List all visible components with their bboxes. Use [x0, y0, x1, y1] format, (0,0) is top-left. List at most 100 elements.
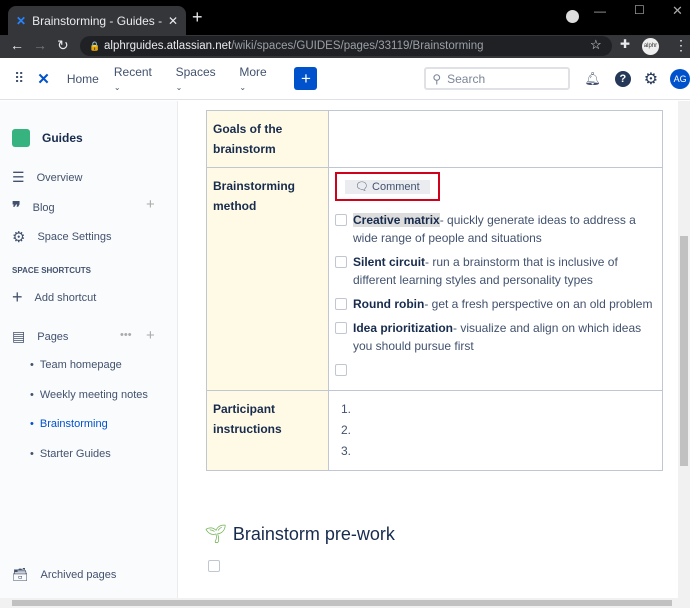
more-actions-icon[interactable]: ••• [120, 329, 132, 341]
table-cell[interactable]: 🗨︎ Comment Creative matrix- quickly gene… [328, 167, 663, 391]
overview-lines-icon: ☰ [12, 169, 25, 185]
row-header: Participant instructions [206, 390, 329, 471]
task-item-empty [335, 361, 656, 376]
task-checkbox[interactable] [335, 298, 347, 310]
table-cell[interactable] [328, 110, 663, 168]
create-button[interactable]: + [294, 67, 318, 90]
notifications-icon[interactable]: 🔔︎ [584, 71, 601, 87]
browser-tab-bar: ✕ Brainstorming - Guides - Conflue ✕ + —… [0, 0, 690, 35]
confluence-logo-icon[interactable]: ✕ [37, 70, 50, 88]
page-tree-item[interactable]: Weekly meeting notes [30, 389, 148, 401]
address-bar-row: ← → ↻ 🔒 alphrguides.atlassian.net/wiki/sp… [0, 35, 690, 58]
task-checkbox[interactable] [335, 364, 347, 376]
task-checkbox[interactable] [335, 214, 347, 226]
list-number: 3. [341, 444, 352, 458]
nav-spaces[interactable]: Spaces ⌄ [176, 65, 226, 93]
comment-highlight-box: 🗨︎ Comment [335, 172, 440, 201]
comment-icon: 🗨︎ [355, 181, 369, 193]
task-checkbox[interactable] [208, 560, 220, 572]
tab-title: Brainstorming - Guides - Conflue [32, 13, 162, 28]
sidebar-item-blog[interactable]: ❞ Blog [12, 198, 55, 218]
scrollbar-thumb[interactable] [12, 600, 672, 606]
row-header: Brainstorming method [206, 167, 329, 391]
add-shortcut-button[interactable]: + Add shortcut [12, 287, 96, 308]
add-page-icon[interactable]: + [146, 327, 155, 344]
minimize-button[interactable]: — [594, 4, 606, 18]
search-input[interactable]: ⚲ Search [424, 67, 571, 90]
table-row: Brainstorming method 🗨︎ Comment Creative… [206, 167, 663, 391]
help-icon[interactable]: ? [614, 70, 631, 87]
sidebar-label: Pages [37, 330, 69, 343]
list-number: 2. [341, 423, 352, 437]
search-icon: ⚲ [432, 71, 442, 86]
menu-icon[interactable]: ⋮ [674, 37, 688, 54]
scrollbar-thumb[interactable] [680, 236, 688, 466]
space-name: Guides [42, 131, 83, 145]
task-checkbox[interactable] [335, 256, 347, 268]
url-host: alphrguides.atlassian.net [104, 40, 232, 52]
lock-icon: 🔒 [89, 40, 101, 51]
forward-icon[interactable]: → [33, 37, 47, 53]
bookmark-star-icon[interactable]: ☆ [590, 37, 602, 53]
reload-icon[interactable]: ↻ [57, 37, 69, 54]
nav-more[interactable]: More ⌄ [239, 65, 276, 93]
add-blog-icon[interactable]: + [146, 196, 155, 213]
sidebar-item-overview[interactable]: ☰ Overview [12, 169, 82, 186]
back-icon[interactable]: ← [10, 37, 24, 53]
close-tab-icon[interactable]: ✕ [168, 14, 178, 28]
task-title: Idea prioritization [353, 321, 454, 335]
pages-icon: ▤ [12, 328, 26, 344]
page-tree-item[interactable]: Starter Guides [30, 448, 111, 460]
extensions-icon[interactable]: ✚ [620, 37, 630, 51]
search-placeholder: Search [447, 71, 486, 86]
sidebar: Guides ☰ Overview ❞ Blog + ⚙ Space Settings… [0, 101, 178, 598]
browser-tab[interactable]: ✕ Brainstorming - Guides - Conflue ✕ [8, 6, 186, 35]
comment-label: Comment [372, 181, 420, 193]
blog-quote-icon: ❞ [12, 200, 21, 217]
maximize-button[interactable]: ☐ [634, 3, 645, 17]
settings-gear-icon[interactable]: ⚙ [644, 69, 658, 89]
plus-icon: + [12, 287, 23, 307]
nav-home[interactable]: Home [67, 72, 99, 86]
vertical-scrollbar[interactable] [678, 101, 690, 598]
sidebar-label: Space Settings [37, 231, 112, 243]
task-title: Silent circuit [353, 255, 426, 269]
url-input[interactable]: 🔒 alphrguides.atlassian.net/wiki/spaces/G… [80, 36, 612, 56]
confluence-favicon-icon: ✕ [16, 13, 27, 28]
sidebar-label: Add shortcut [34, 291, 97, 304]
shortcuts-heading: SPACE SHORTCUTS [12, 266, 91, 275]
task-item: Creative matrix- quickly generate ideas … [335, 211, 656, 247]
section-heading-text: Brainstorm pre-work [232, 524, 395, 544]
profile-avatar[interactable]: alphr [642, 38, 659, 55]
nav-recent[interactable]: Recent ⌄ [114, 65, 162, 93]
nav-spaces-label: Spaces [175, 64, 216, 79]
sidebar-item-space-settings[interactable]: ⚙ Space Settings [12, 228, 111, 246]
space-link[interactable]: Guides [12, 129, 83, 147]
nav-more-label: More [239, 64, 267, 79]
horizontal-scrollbar[interactable] [0, 598, 690, 608]
page-tree-item[interactable]: Team homepage [30, 359, 122, 371]
table-row: Participant instructions 1. 2. 3. [206, 390, 663, 471]
app-switcher-icon[interactable]: ⠿ [14, 70, 24, 87]
close-window-button[interactable]: ✕ [672, 3, 683, 19]
archived-pages-link[interactable]: 🗃︎ Archived pages [12, 567, 116, 583]
profile-menu-icon[interactable] [566, 10, 579, 23]
new-tab-button[interactable]: + [192, 7, 203, 28]
chevron-down-icon: ⌄ [175, 82, 183, 92]
list-number: 1. [341, 402, 352, 416]
task-checkbox[interactable] [335, 322, 347, 334]
task-text: - get a fresh perspective on an old prob… [424, 297, 653, 311]
user-avatar[interactable]: AG [670, 68, 690, 89]
sidebar-item-pages[interactable]: ▤ Pages [12, 328, 68, 345]
archive-icon: 🗃︎ [12, 567, 29, 582]
comment-button[interactable]: 🗨︎ Comment [345, 180, 430, 194]
seedling-icon: 🌱︎ [204, 524, 227, 544]
task-item: Round robin- get a fresh perspective on … [335, 295, 656, 313]
sidebar-label: Overview [36, 171, 83, 184]
task-item: Idea prioritization- visualize and align… [335, 319, 656, 355]
page-tree-item-active[interactable]: Brainstorming [30, 418, 108, 430]
task-title: Round robin [353, 297, 425, 311]
table-cell[interactable]: 1. 2. 3. [328, 390, 663, 471]
chevron-down-icon: ⌄ [113, 82, 121, 92]
chevron-down-icon: ⌄ [239, 82, 247, 92]
